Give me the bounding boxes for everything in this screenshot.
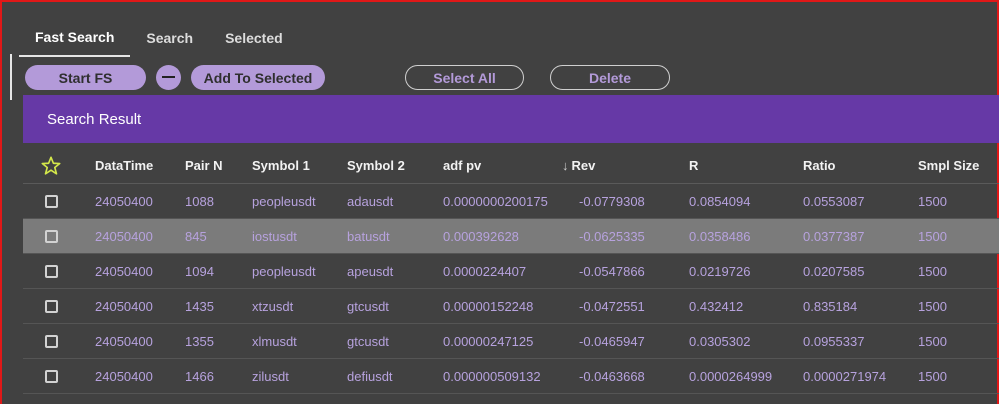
cell-datatime: 24050400 xyxy=(95,263,153,279)
search-result-header: Search Result xyxy=(23,95,999,143)
table-row[interactable]: 24050400 1435 xtzusdt gtcusdt 0.00000152248 -… xyxy=(23,289,999,324)
add-to-selected-button[interactable]: Add To Selected xyxy=(191,65,325,90)
row-checkbox[interactable] xyxy=(45,335,58,348)
cell-symbol-2: gtcusdt xyxy=(347,333,389,349)
cell-symbol-2: defiusdt xyxy=(347,368,393,384)
tab-search[interactable]: Search xyxy=(130,18,209,57)
cell-rev: -0.0625335 xyxy=(579,228,645,244)
toolbar-indicator xyxy=(10,54,12,100)
cell-adf-pv: 0.00000152248 xyxy=(443,298,534,314)
cell-adf-pv: 0.000000509132 xyxy=(443,368,541,384)
cell-ratio: 0.0000271974 xyxy=(803,368,887,384)
column-header-pair-n[interactable]: Pair N xyxy=(185,148,223,183)
row-checkbox[interactable] xyxy=(45,230,58,243)
cell-symbol-2: apeusdt xyxy=(347,263,394,279)
cell-symbol-1: iostusdt xyxy=(252,228,297,244)
cell-datatime: 24050400 xyxy=(95,298,153,314)
row-checkbox[interactable] xyxy=(45,370,58,383)
cell-r: 0.0854094 xyxy=(689,193,751,209)
tab-fast-search[interactable]: Fast Search xyxy=(19,18,131,57)
cell-datatime: 24050400 xyxy=(95,228,153,244)
cell-r: 0.0305302 xyxy=(689,333,751,349)
cell-datatime: 24050400 xyxy=(95,333,153,349)
cell-r: 0.0000264999 xyxy=(689,368,773,384)
start-fs-button[interactable]: Start FS xyxy=(25,65,146,90)
column-header-smpl-size[interactable]: Smpl Size xyxy=(918,148,979,183)
cell-pair-n: 1355 xyxy=(185,333,214,349)
cell-symbol-1: peopleusdt xyxy=(252,263,316,279)
cell-adf-pv: 0.0000000200175 xyxy=(443,193,548,209)
cell-rev: -0.0472551 xyxy=(579,298,645,314)
cell-smpl-size: 1500 xyxy=(918,193,947,209)
table-row[interactable]: 24050400 1355 xlmusdt gtcusdt 0.00000247125 -… xyxy=(23,324,999,359)
cell-pair-n: 845 xyxy=(185,228,207,244)
table-row[interactable]: 24050400 1094 peopleusdt apeusdt 0.000022440… xyxy=(23,254,999,289)
cell-r: 0.0358486 xyxy=(689,228,751,244)
delete-button[interactable]: Delete xyxy=(550,65,670,90)
cell-ratio: 0.835184 xyxy=(803,298,858,314)
table-header-row: DataTime Pair N Symbol 1 Symbol 2 adf pv… xyxy=(23,148,999,184)
tab-bar: Fast Search Search Selected xyxy=(19,18,299,57)
cell-ratio: 0.0553087 xyxy=(803,193,865,209)
cell-symbol-2: batusdt xyxy=(347,228,390,244)
cell-rev: -0.0463668 xyxy=(579,368,645,384)
cell-symbol-1: xtzusdt xyxy=(252,298,294,314)
cell-pair-n: 1435 xyxy=(185,298,214,314)
cell-smpl-size: 1500 xyxy=(918,228,947,244)
cell-ratio: 0.0207585 xyxy=(803,263,865,279)
cell-smpl-size: 1500 xyxy=(918,368,947,384)
star-icon[interactable] xyxy=(40,155,62,177)
cell-rev: -0.0547866 xyxy=(579,263,645,279)
minus-icon xyxy=(162,76,175,78)
cell-symbol-1: zilusdt xyxy=(252,368,289,384)
cell-adf-pv: 0.000392628 xyxy=(443,228,519,244)
column-header-datatime[interactable]: DataTime xyxy=(95,148,153,183)
cell-r: 0.0219726 xyxy=(689,263,751,279)
table-row[interactable]: 24050400 1466 zilusdt defiusdt 0.00000050913… xyxy=(23,359,999,394)
cell-symbol-1: xlmusdt xyxy=(252,333,297,349)
select-all-button[interactable]: Select All xyxy=(405,65,524,90)
column-header-symbol-2[interactable]: Symbol 2 xyxy=(347,148,405,183)
row-checkbox[interactable] xyxy=(45,195,58,208)
cell-smpl-size: 1500 xyxy=(918,298,947,314)
results-table: DataTime Pair N Symbol 1 Symbol 2 adf pv… xyxy=(23,148,999,394)
cell-symbol-2: adausdt xyxy=(347,193,394,209)
column-header-adf-pv[interactable]: adf pv xyxy=(443,148,481,183)
cell-smpl-size: 1500 xyxy=(918,333,947,349)
column-header-symbol-1[interactable]: Symbol 1 xyxy=(252,148,310,183)
cell-datatime: 24050400 xyxy=(95,368,153,384)
cell-rev: -0.0779308 xyxy=(579,193,645,209)
cell-adf-pv: 0.0000224407 xyxy=(443,263,527,279)
cell-rev: -0.0465947 xyxy=(579,333,645,349)
table-row[interactable]: 24050400 1088 peopleusdt adausdt 0.000000020… xyxy=(23,184,999,219)
cell-pair-n: 1088 xyxy=(185,193,214,209)
row-checkbox[interactable] xyxy=(45,300,58,313)
column-header-ratio[interactable]: Ratio xyxy=(803,148,836,183)
search-result-title: Search Result xyxy=(47,110,142,128)
cell-adf-pv: 0.00000247125 xyxy=(443,333,534,349)
cell-ratio: 0.0955337 xyxy=(803,333,865,349)
cell-pair-n: 1094 xyxy=(185,263,214,279)
tab-selected[interactable]: Selected xyxy=(209,18,299,57)
cell-datatime: 24050400 xyxy=(95,193,153,209)
cell-symbol-2: gtcusdt xyxy=(347,298,389,314)
column-header-rev[interactable]: ↓ Rev xyxy=(562,148,595,183)
cell-r: 0.432412 xyxy=(689,298,744,314)
row-checkbox[interactable] xyxy=(45,265,58,278)
table-row[interactable]: 24050400 845 iostusdt batusdt 0.000392628 -0.… xyxy=(23,219,999,254)
cell-symbol-1: peopleusdt xyxy=(252,193,316,209)
column-header-rev-label: Rev xyxy=(571,158,596,173)
column-header-r[interactable]: R xyxy=(689,148,698,183)
cell-ratio: 0.0377387 xyxy=(803,228,865,244)
cell-smpl-size: 1500 xyxy=(918,263,947,279)
arrow-down-icon: ↓ xyxy=(562,158,569,173)
cell-pair-n: 1466 xyxy=(185,368,214,384)
remove-button[interactable] xyxy=(156,65,181,90)
